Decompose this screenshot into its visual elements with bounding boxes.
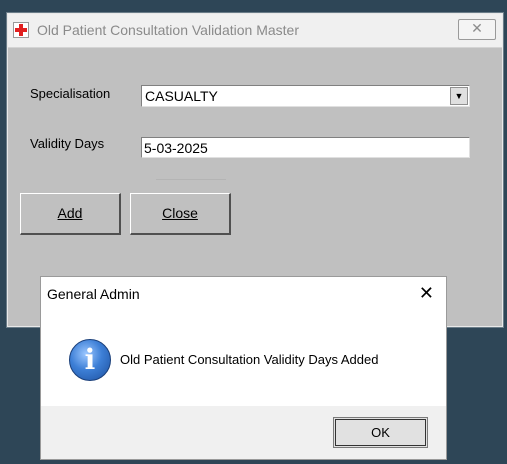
dialog-close-icon[interactable]: ✕: [419, 283, 434, 304]
info-icon: i: [69, 339, 111, 381]
validity-days-value: 5-03-2025: [144, 140, 208, 156]
add-button-label: Add: [57, 205, 83, 221]
dialog-message: Old Patient Consultation Validity Days A…: [120, 352, 379, 367]
dialog-footer: OK: [41, 406, 446, 459]
chevron-down-icon[interactable]: ▼: [450, 87, 468, 105]
dialog-title: General Admin: [47, 286, 140, 302]
add-button[interactable]: Add: [20, 193, 121, 235]
validity-days-label: Validity Days: [30, 136, 105, 151]
validity-days-input[interactable]: 5-03-2025: [141, 137, 470, 158]
specialisation-dropdown[interactable]: CASUALTY ▼: [141, 85, 470, 107]
message-dialog: General Admin ✕ i Old Patient Consultati…: [40, 276, 447, 460]
title-bar[interactable]: Old Patient Consultation Validation Mast…: [8, 14, 502, 48]
ok-button[interactable]: OK: [333, 417, 428, 448]
specialisation-label: Specialisation: [30, 86, 111, 101]
close-button-label: Close: [162, 205, 198, 221]
close-button[interactable]: Close: [130, 193, 231, 235]
app-red-cross-icon: [13, 22, 29, 38]
window-title: Old Patient Consultation Validation Mast…: [37, 22, 299, 38]
specialisation-value: CASUALTY: [145, 88, 218, 104]
window-close-button[interactable]: ✕: [458, 19, 496, 40]
divider: [156, 179, 226, 180]
